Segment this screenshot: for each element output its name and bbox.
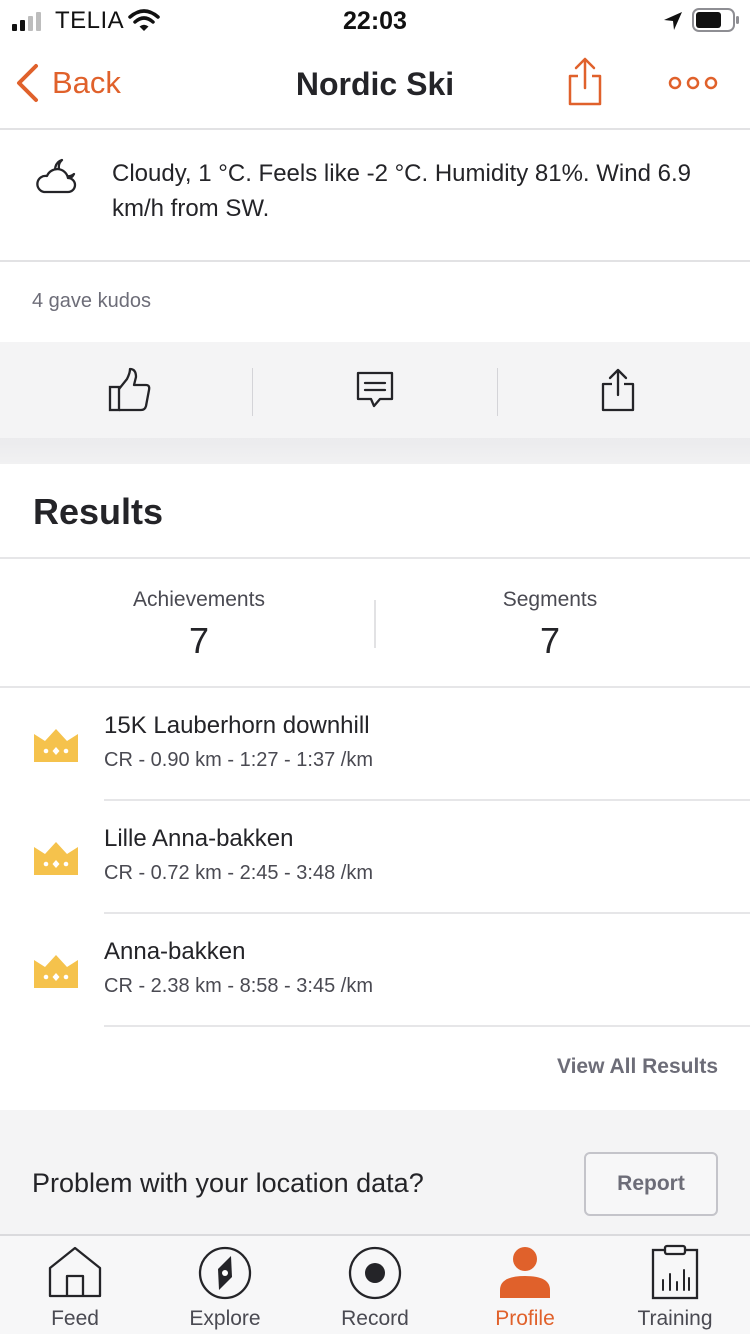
share-activity-button[interactable] — [558, 342, 678, 438]
battery-icon — [692, 8, 739, 32]
weather-row: Cloudy, 1 °C. Feels like -2 °C. Humidity… — [0, 130, 750, 262]
weather-description: Cloudy, 1 °C. Feels like -2 °C. Humidity… — [112, 160, 691, 222]
tab-explore[interactable]: Explore — [150, 1236, 300, 1334]
training-icon — [651, 1244, 699, 1300]
back-label: Back — [52, 65, 121, 100]
tab-training[interactable]: Training — [600, 1236, 750, 1334]
results-section: Results Achievements 7 Segments 7 15K La… — [0, 464, 750, 1110]
divider — [0, 557, 750, 559]
result-detail: CR - 0.72 km - 2:45 - 3:48 /km — [104, 862, 373, 884]
result-name: Lille Anna-bakken — [104, 825, 294, 852]
segments-stat[interactable]: Segments 7 — [400, 588, 700, 662]
result-row[interactable]: Anna-bakken CR - 2.38 km - 8:58 - 3:45 /… — [0, 914, 750, 1027]
tab-feed[interactable]: Feed — [0, 1236, 150, 1334]
share-icon — [601, 368, 635, 412]
profile-icon — [500, 1247, 550, 1298]
tab-label: Explore — [189, 1307, 261, 1330]
compass-icon — [198, 1246, 252, 1300]
share-button[interactable] — [562, 56, 608, 108]
comment-button[interactable] — [315, 342, 435, 438]
achievements-label: Achievements — [133, 588, 265, 611]
kudos-count[interactable]: 4 gave kudos — [32, 290, 151, 313]
tab-label: Record — [341, 1307, 409, 1330]
record-icon — [348, 1246, 402, 1300]
action-divider — [252, 368, 253, 416]
location-problem-text: Problem with your location data? — [32, 1168, 424, 1198]
share-icon — [568, 57, 602, 106]
more-options-button[interactable] — [666, 68, 720, 98]
stat-divider — [374, 600, 376, 648]
kudos-button[interactable] — [70, 342, 190, 438]
more-dots-icon — [668, 76, 718, 90]
thumbs-up-icon — [108, 367, 151, 412]
result-name: Anna-bakken — [104, 938, 246, 965]
tab-profile[interactable]: Profile — [450, 1236, 600, 1334]
home-icon — [48, 1246, 102, 1298]
location-arrow-icon — [664, 12, 682, 30]
tab-label: Training — [637, 1307, 713, 1330]
row-divider — [104, 1025, 750, 1027]
tab-label: Profile — [495, 1307, 555, 1330]
results-title: Results — [33, 491, 164, 532]
result-name: 15K Lauberhorn downhill — [104, 712, 370, 739]
cloudy-night-icon — [36, 158, 77, 194]
comment-icon — [356, 371, 394, 408]
achievements-stat[interactable]: Achievements 7 — [49, 588, 349, 662]
back-button[interactable]: Back — [14, 58, 121, 108]
section-separator — [0, 438, 750, 464]
segments-label: Segments — [502, 588, 598, 611]
result-detail: CR - 2.38 km - 8:58 - 3:45 /km — [104, 975, 373, 997]
tab-record[interactable]: Record — [300, 1236, 450, 1334]
crown-icon — [34, 842, 78, 875]
achievements-value: 7 — [188, 620, 210, 661]
action-bar — [0, 342, 750, 438]
chevron-left-icon — [17, 64, 38, 102]
navigation-bar: Back Nordic Ski — [0, 40, 750, 130]
action-divider — [497, 368, 498, 416]
report-button[interactable]: Report — [584, 1152, 718, 1216]
result-detail: CR - 0.90 km - 1:27 - 1:37 /km — [104, 749, 373, 771]
status-bar: TELIA 22:03 — [0, 0, 750, 40]
tab-label: Feed — [51, 1307, 99, 1330]
tab-bar: Feed Explore Record Profile Training — [0, 1234, 750, 1334]
status-time: 22:03 — [343, 7, 407, 35]
crown-icon — [34, 955, 78, 988]
result-row[interactable]: Lille Anna-bakken CR - 0.72 km - 2:45 - … — [0, 801, 750, 914]
location-problem-section: Problem with your location data? Report — [0, 1110, 750, 1234]
result-row[interactable]: 15K Lauberhorn downhill CR - 0.90 km - 1… — [0, 688, 750, 801]
crown-icon — [34, 729, 78, 762]
segments-value: 7 — [539, 620, 561, 661]
view-all-results-link[interactable]: View All Results — [557, 1055, 718, 1079]
